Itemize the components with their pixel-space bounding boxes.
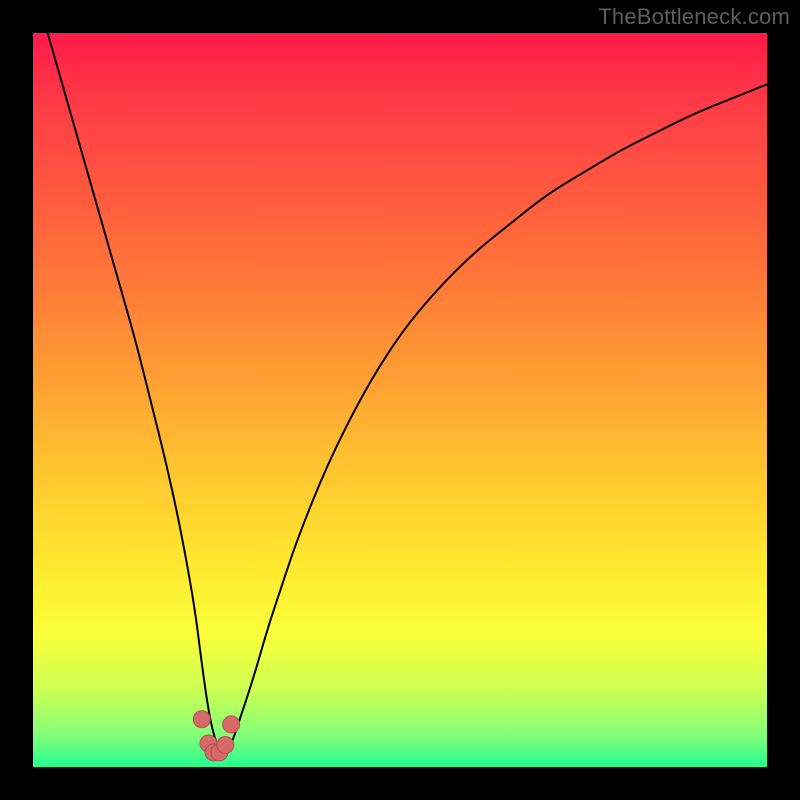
marker-dot bbox=[223, 716, 240, 733]
chart-frame: TheBottleneck.com bbox=[0, 0, 800, 800]
marker-dot bbox=[217, 736, 234, 753]
bottleneck-chart bbox=[33, 33, 767, 767]
watermark-text: TheBottleneck.com bbox=[598, 4, 790, 30]
marker-dot bbox=[193, 711, 210, 728]
gradient-background bbox=[33, 33, 767, 767]
plot-area bbox=[33, 33, 767, 767]
